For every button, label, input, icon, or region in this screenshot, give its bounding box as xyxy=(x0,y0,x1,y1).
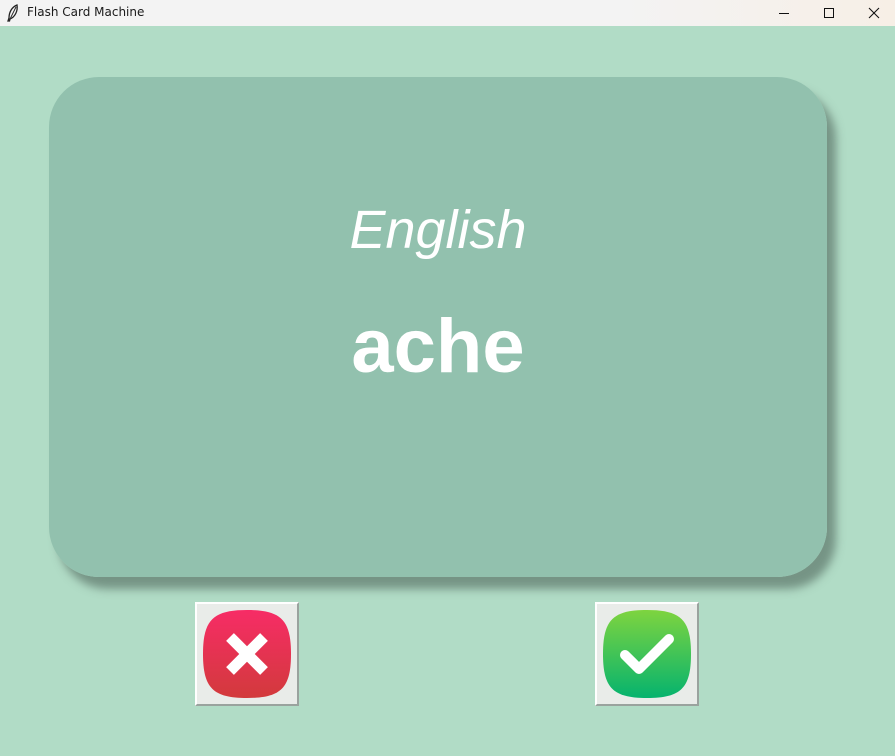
minimize-button[interactable] xyxy=(761,0,807,26)
card-language-label: English xyxy=(349,200,527,260)
close-icon xyxy=(868,7,880,19)
maximize-button[interactable] xyxy=(806,0,852,26)
card-word: ache xyxy=(351,304,525,389)
wrong-answer-button[interactable] xyxy=(195,602,299,706)
check-mark-icon xyxy=(603,610,691,698)
title-bar: Flash Card Machine xyxy=(0,0,895,26)
flash-card: English ache xyxy=(49,77,827,577)
window-title: Flash Card Machine xyxy=(27,5,145,19)
maximize-icon xyxy=(824,8,834,18)
app-content: English ache xyxy=(0,26,895,756)
minimize-icon xyxy=(779,13,789,14)
x-mark-icon xyxy=(203,610,291,698)
feather-icon xyxy=(6,4,20,22)
right-answer-button[interactable] xyxy=(595,602,699,706)
close-button[interactable] xyxy=(851,0,895,26)
